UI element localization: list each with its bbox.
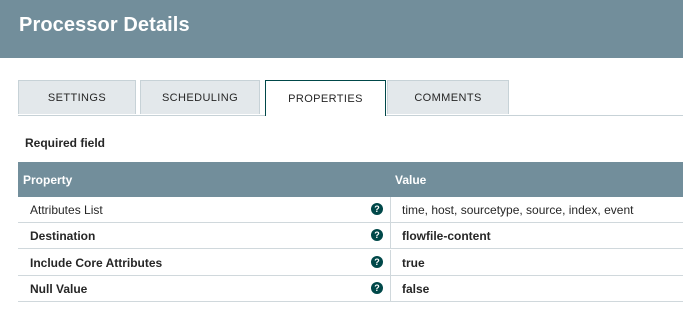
help-icon[interactable]: ? bbox=[371, 229, 383, 241]
tab-bar: SETTINGS SCHEDULING PROPERTIES COMMENTS bbox=[18, 80, 683, 116]
tab-properties[interactable]: PROPERTIES bbox=[265, 80, 386, 116]
help-icon[interactable]: ? bbox=[371, 282, 383, 294]
table-row[interactable]: Null Value ? false bbox=[18, 276, 683, 302]
property-name: Attributes List bbox=[30, 203, 103, 217]
column-divider bbox=[390, 276, 391, 301]
properties-table-header: Property Value bbox=[18, 162, 683, 197]
tab-comments[interactable]: COMMENTS bbox=[387, 80, 509, 114]
property-value[interactable]: false bbox=[402, 276, 429, 302]
table-row[interactable]: Include Core Attributes ? true bbox=[18, 250, 683, 276]
column-divider bbox=[390, 250, 391, 275]
column-header-value[interactable]: Value bbox=[395, 162, 426, 197]
processor-details-dialog: Processor Details SETTINGS SCHEDULING PR… bbox=[0, 0, 683, 325]
help-icon[interactable]: ? bbox=[371, 256, 383, 268]
dialog-header: Processor Details bbox=[0, 0, 683, 58]
column-divider bbox=[390, 197, 391, 222]
table-row[interactable]: Attributes List ? time, host, sourcetype… bbox=[18, 197, 683, 223]
column-header-property[interactable]: Property bbox=[23, 162, 72, 197]
property-value[interactable]: time, host, sourcetype, source, index, e… bbox=[402, 197, 633, 223]
help-icon[interactable]: ? bbox=[371, 203, 383, 215]
column-divider bbox=[390, 223, 391, 248]
property-name: Destination bbox=[30, 229, 96, 243]
dialog-title: Processor Details bbox=[19, 14, 190, 36]
tab-settings[interactable]: SETTINGS bbox=[18, 80, 136, 114]
property-name: Null Value bbox=[30, 282, 88, 296]
property-name: Include Core Attributes bbox=[30, 256, 163, 270]
table-row[interactable]: Destination ? flowfile-content bbox=[18, 223, 683, 249]
property-value[interactable]: flowfile-content bbox=[402, 223, 491, 249]
required-field-label: Required field bbox=[25, 136, 106, 150]
tab-scheduling[interactable]: SCHEDULING bbox=[140, 80, 260, 114]
property-value[interactable]: true bbox=[402, 250, 425, 276]
